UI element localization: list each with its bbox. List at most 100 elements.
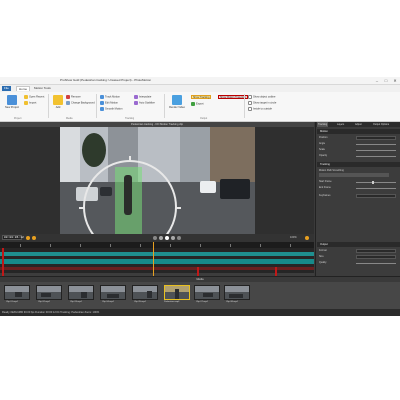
option-target-circle-label: Show target in circle <box>253 101 277 105</box>
row-start-frame-label: Start Frame <box>319 180 332 183</box>
section-motion[interactable]: Motion <box>317 129 400 134</box>
checkbox-icon <box>248 95 252 99</box>
menu-bar: File Home Motion Tools <box>0 85 400 92</box>
smooth-motion-label: Smooth Motion <box>105 107 123 111</box>
keyframe-track[interactable] <box>0 252 314 256</box>
position-field[interactable] <box>356 136 396 140</box>
building <box>60 127 80 187</box>
window-title: ProShow Gold (Pedestrian tracking: Unsav… <box>60 78 152 82</box>
group-label-media: Media <box>66 117 73 120</box>
zoom-in-icon[interactable] <box>305 236 309 240</box>
circle-tick <box>79 207 85 209</box>
track-icon <box>100 95 104 99</box>
media-thumb[interactable] <box>4 285 30 300</box>
zoom-level[interactable]: 100% <box>290 235 297 240</box>
menu-tab-home[interactable]: Home <box>16 86 31 91</box>
row-scale-label: Scale <box>319 148 325 151</box>
opacity-slider[interactable] <box>356 156 396 157</box>
import-label: Import <box>29 101 37 105</box>
next-icon[interactable] <box>177 236 181 240</box>
group-label-output: Output <box>200 117 208 120</box>
forward-icon[interactable] <box>171 236 175 240</box>
add-label: Add <box>55 106 61 109</box>
option-outline[interactable]: Show object outline <box>248 95 276 99</box>
auto-stabilize-button[interactable]: Auto Stabilize <box>134 101 155 105</box>
start-frame-slider[interactable] <box>356 182 396 183</box>
tab-tracking[interactable]: Tracking <box>317 122 329 127</box>
media-thumb[interactable] <box>36 285 62 300</box>
ribbon-separator <box>244 94 245 118</box>
export-button[interactable]: Export <box>191 102 204 106</box>
change-background-button[interactable]: Change Background <box>66 101 95 105</box>
media-thumb[interactable] <box>132 285 158 300</box>
new-project-button[interactable]: New Project <box>4 95 20 109</box>
tab-output-options[interactable]: Output Options <box>372 122 390 127</box>
import-button[interactable]: Import <box>24 101 36 105</box>
tree <box>82 133 106 167</box>
folder-icon <box>24 95 28 99</box>
media-thumb-selected[interactable] <box>164 285 190 300</box>
render-video-label: Render Video <box>169 106 185 109</box>
show-tracking-tag[interactable]: Show Tracking <box>191 95 212 99</box>
background-icon <box>66 101 70 105</box>
timecode-display[interactable]: 00:00:06:12 <box>2 235 24 240</box>
minimize-button[interactable]: – <box>374 78 380 83</box>
stabilize-icon <box>134 101 138 105</box>
end-frame-slider[interactable] <box>356 188 396 189</box>
media-gallery: Media Clip 01.mp4 Clip 02.mp4 Clip 03.mp… <box>0 276 400 309</box>
auto-stabilize-label: Auto Stabilize <box>139 101 155 105</box>
track-motion-button[interactable]: Track Motion <box>100 95 120 99</box>
section-tracking[interactable]: Tracking <box>317 162 400 167</box>
add-button[interactable]: Add <box>52 95 64 109</box>
previous-icon[interactable] <box>153 236 157 240</box>
media-thumb[interactable] <box>100 285 126 300</box>
panel-tabs: Tracking Layers Adjust Output Options <box>316 122 400 127</box>
motion-track[interactable] <box>0 259 314 264</box>
marker-track[interactable] <box>0 267 314 270</box>
play-icon[interactable] <box>165 236 169 240</box>
tab-adjust[interactable]: Adjust <box>354 122 363 127</box>
smooth-motion-button[interactable]: Smooth Motion <box>100 107 122 111</box>
format-field[interactable] <box>356 249 396 253</box>
smoothing-field[interactable] <box>319 173 389 177</box>
maximize-button[interactable]: □ <box>383 78 389 83</box>
media-thumb-label: Clip 03.mp4 <box>70 301 82 303</box>
slider-knob[interactable] <box>372 181 374 184</box>
checkbox-icon <box>248 101 252 105</box>
remove-button[interactable]: Remove <box>66 95 81 99</box>
media-thumb[interactable] <box>194 285 220 300</box>
tab-layers[interactable]: Layers <box>336 122 345 127</box>
circle-tick <box>129 156 131 162</box>
open-recent-button[interactable]: Open Recent <box>24 95 44 99</box>
menu-tab-file[interactable]: File <box>2 86 11 91</box>
loop-icon[interactable] <box>32 236 36 240</box>
media-thumb-label: Clip 02.mp4 <box>38 301 50 303</box>
media-thumb-label: Clip 04.mp4 <box>102 301 114 303</box>
render-icon <box>172 95 182 105</box>
video-frame[interactable] <box>60 127 255 234</box>
close-button[interactable]: ✕ <box>392 78 398 83</box>
row-quality-label: Quality <box>319 261 327 264</box>
keyframes-field[interactable] <box>356 194 396 198</box>
angle-slider[interactable] <box>356 144 396 145</box>
row-format-label: Format <box>319 249 327 252</box>
row-smoothing-label: Motion Path Smoothing <box>319 169 344 172</box>
app-window: ProShow Gold (Pedestrian tracking: Unsav… <box>0 77 400 316</box>
menu-tab-motion-tools[interactable]: Motion Tools <box>32 86 53 91</box>
edit-motion-button[interactable]: Edit Motion <box>100 101 118 105</box>
option-inside-outside-label: Inside to outside <box>253 107 272 111</box>
option-inside-outside[interactable]: Inside to outside <box>248 107 272 111</box>
section-output[interactable]: Output <box>317 242 400 247</box>
timeline-ruler <box>0 242 314 248</box>
render-video-button[interactable]: Render Video <box>168 95 186 109</box>
interpolate-button[interactable]: Interpolate <box>134 95 151 99</box>
option-target-circle[interactable]: Show target in circle <box>248 101 276 105</box>
building <box>180 127 210 187</box>
rewind-icon[interactable] <box>159 236 163 240</box>
quality-slider[interactable] <box>356 263 396 264</box>
size-field[interactable] <box>356 255 396 259</box>
media-thumb[interactable] <box>224 285 250 300</box>
media-thumb[interactable] <box>68 285 94 300</box>
record-icon[interactable] <box>26 236 30 240</box>
scale-slider[interactable] <box>356 150 396 151</box>
